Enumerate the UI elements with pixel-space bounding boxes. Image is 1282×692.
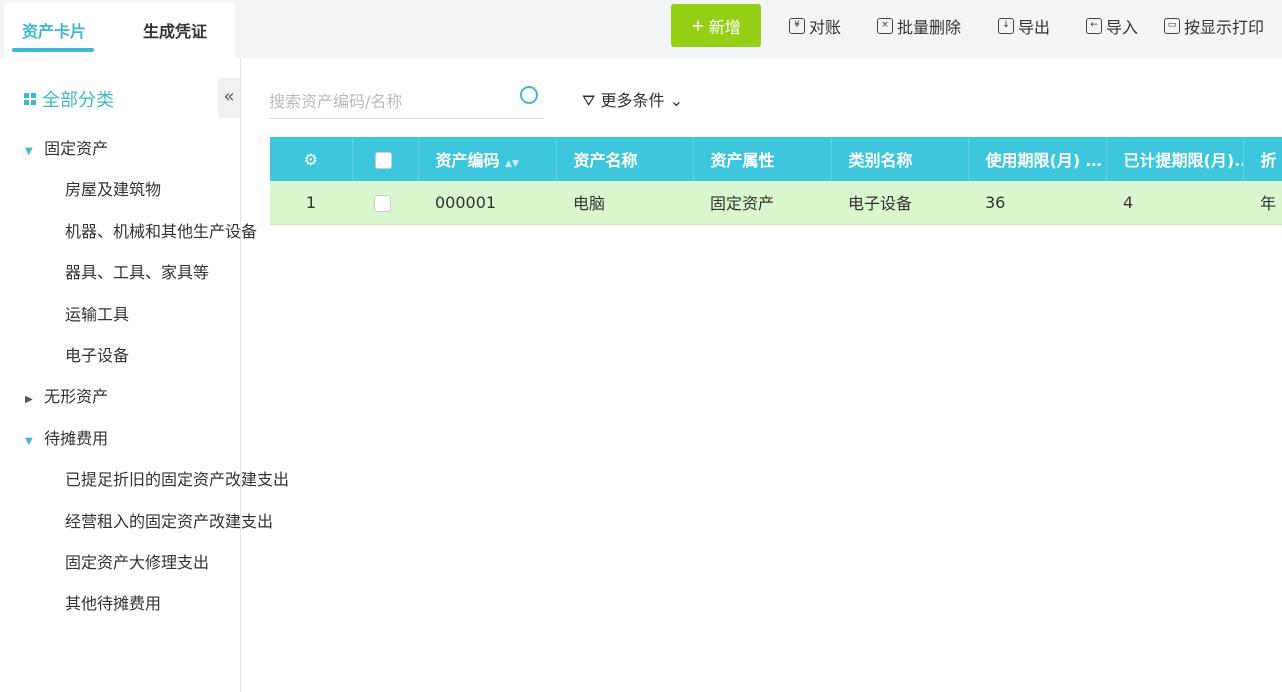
import-icon: ←: [1086, 18, 1102, 34]
tree-node[interactable]: ▼ 固定资产: [25, 135, 266, 159]
cell-life: 36: [968, 181, 1106, 225]
yen-icon: ¥: [789, 18, 805, 34]
tree-node[interactable]: ▶ 无形资产: [25, 383, 266, 407]
cell-category: 电子设备: [831, 181, 968, 225]
tree-node-label: 电子设备: [65, 346, 130, 365]
top-bar: 资产卡片 生成凭证 + 新增 ¥ 对账 × 批量删除 ↓ 导出 ← 导入 ▭ 按显示打印: [0, 0, 1282, 58]
cell-name: 电脑: [556, 181, 693, 225]
header-attr[interactable]: 资产属性: [693, 137, 832, 181]
tree-node-label: 器具、工具、家具等: [65, 263, 210, 283]
caret-down-icon[interactable]: ▼: [25, 146, 39, 157]
delete-icon: ×: [877, 18, 893, 34]
header-life[interactable]: 使用期限(月) …: [968, 137, 1107, 181]
chevron-down-icon: ⌄: [669, 91, 684, 110]
header-used[interactable]: 已计提期限(月)..: [1106, 137, 1244, 181]
tree-node[interactable]: 其他待摊费用: [65, 590, 306, 614]
tree-node[interactable]: 器具、工具、家具等: [65, 259, 306, 283]
header-code[interactable]: 资产编码 ▲▼: [418, 137, 557, 181]
tree-node[interactable]: 已提足折旧的固定资产改建支出: [65, 466, 306, 490]
tab-generate-voucher[interactable]: 生成凭证: [143, 18, 207, 42]
header-category[interactable]: 类别名称: [831, 137, 969, 181]
tree-node[interactable]: 电子设备: [65, 342, 306, 366]
tree-node-label: 机器、机械和其他生产设备: [65, 221, 258, 241]
search-icon[interactable]: [520, 86, 538, 104]
category-sidebar: 全部分类 « ▼ 固定资产房屋及建筑物机器、机械和其他生产设备 器具、工具、家具等…: [0, 58, 289, 692]
filter-icon: ⛛: [582, 91, 596, 110]
caret-down-icon[interactable]: ▼: [25, 436, 39, 447]
batch-delete-button[interactable]: × 批量删除: [877, 14, 961, 38]
select-all-checkbox[interactable]: [374, 151, 392, 169]
active-tab-indicator: [12, 48, 94, 52]
column-settings-icon[interactable]: ⚙: [270, 137, 353, 181]
tree-node-label: 运输工具: [65, 304, 130, 324]
row-checkbox[interactable]: [374, 194, 391, 212]
tree-node-label: 已提足折旧的固定资产改建支出: [65, 470, 290, 490]
tree-node[interactable]: 经营租入的固定资产改建支出: [65, 508, 306, 532]
tab-asset-card[interactable]: 资产卡片: [22, 18, 86, 42]
plus-icon: +: [691, 16, 705, 35]
reconcile-button[interactable]: ¥ 对账: [789, 14, 841, 38]
tab-bar: 资产卡片 生成凭证: [4, 2, 235, 58]
all-categories[interactable]: 全部分类: [24, 86, 114, 112]
tree-node[interactable]: 固定资产大修理支出: [65, 549, 306, 573]
add-button[interactable]: + 新增: [671, 4, 761, 47]
sort-icon[interactable]: ▲▼: [505, 159, 519, 169]
search-input[interactable]: 搜索资产编码/名称: [269, 78, 544, 119]
cell-used: 4: [1106, 181, 1243, 225]
tree-node-label: 固定资产大修理支出: [65, 553, 210, 572]
tree-node-label: 房屋及建筑物: [65, 180, 162, 200]
row-index: 1: [270, 181, 352, 225]
tree-node-label: 其他待摊费用: [65, 594, 162, 614]
export-button[interactable]: ↓ 导出: [998, 14, 1050, 38]
more-filters-button[interactable]: ⛛ 更多条件 ⌄: [582, 87, 683, 111]
tree-node-label: 待摊费用: [44, 428, 109, 448]
cell-depreciation: 年: [1243, 181, 1282, 225]
table-header: ⚙ 资产编码 ▲▼ 资产名称 资产属性 类别名称 使用期限(月) … 已计提期限…: [270, 137, 1282, 181]
grid-icon: [24, 93, 36, 105]
import-button[interactable]: ← 导入: [1086, 14, 1138, 38]
export-icon: ↓: [998, 18, 1014, 34]
tree-node-label: 固定资产: [44, 139, 109, 158]
print-button[interactable]: ▭ 按显示打印: [1164, 14, 1264, 38]
header-depreciation[interactable]: 折: [1243, 137, 1282, 181]
printer-icon: ▭: [1164, 18, 1180, 34]
cell-code: 000001: [418, 181, 556, 225]
collapse-sidebar-button[interactable]: «: [218, 78, 240, 118]
cell-attr: 固定资产: [693, 181, 831, 225]
caret-right-icon[interactable]: ▶: [25, 394, 39, 405]
table-row[interactable]: 1 000001 电脑 固定资产 电子设备 36 4 年: [270, 181, 1282, 225]
tree-node[interactable]: ▼ 待摊费用: [25, 425, 266, 449]
asset-table: ⚙ 资产编码 ▲▼ 资产名称 资产属性 类别名称 使用期限(月) … 已计提期限…: [270, 137, 1282, 225]
header-name[interactable]: 资产名称: [556, 137, 694, 181]
tree-node-label: 无形资产: [44, 387, 109, 407]
tree-node[interactable]: 运输工具: [65, 301, 306, 325]
tree-node-label: 经营租入的固定资产改建支出: [65, 511, 274, 531]
